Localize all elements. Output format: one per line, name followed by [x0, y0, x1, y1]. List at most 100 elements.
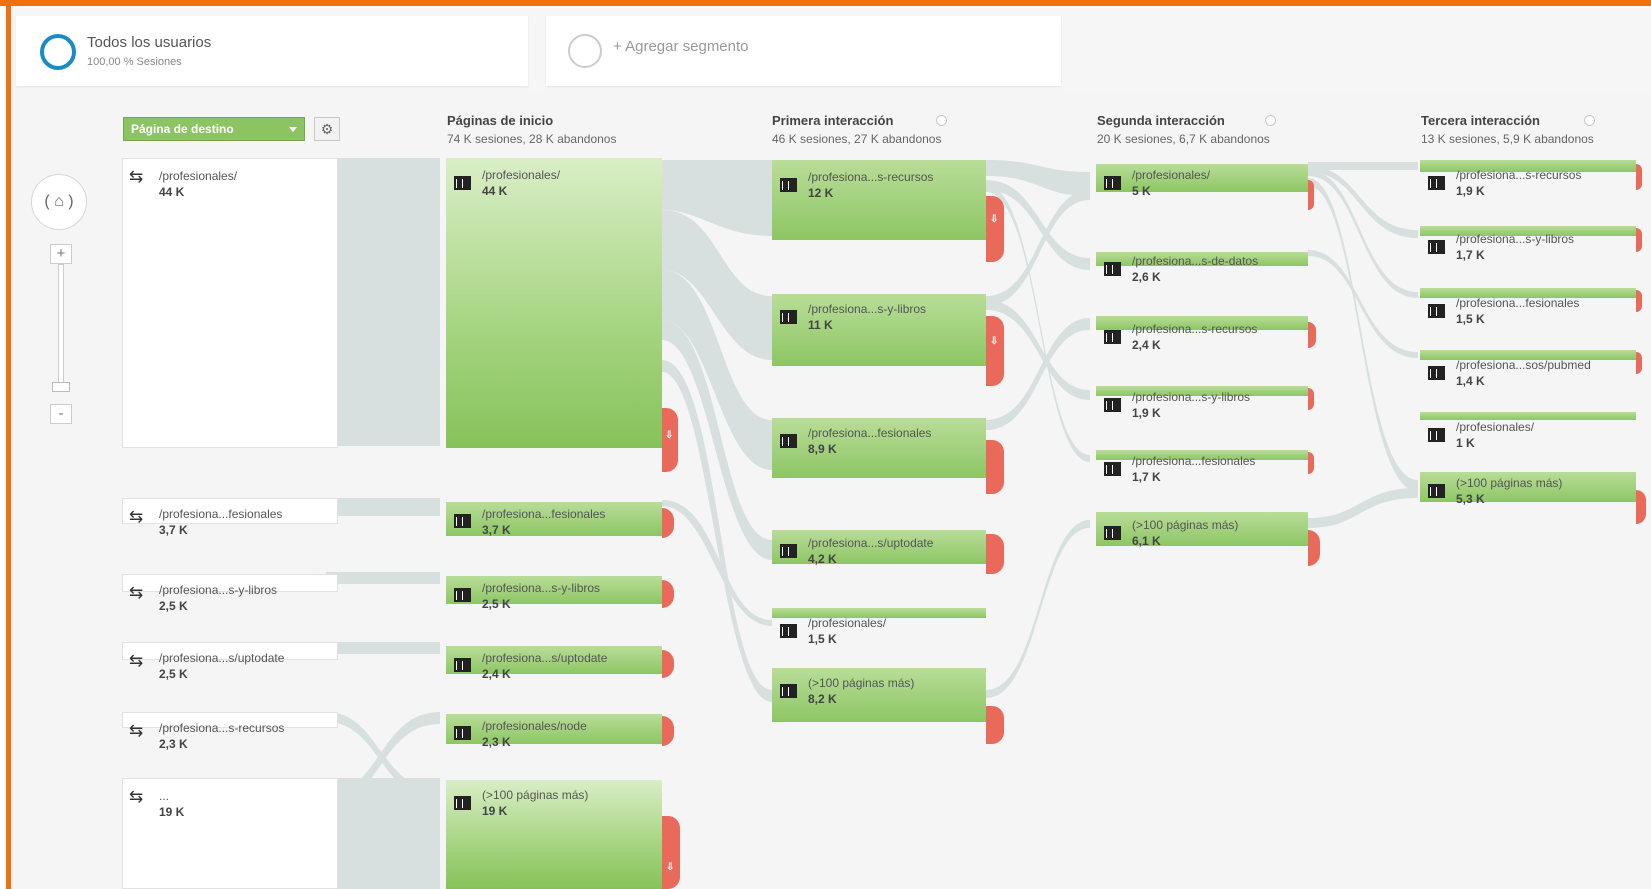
page-icon: [454, 514, 471, 528]
exit-arrow-icon: ⇩: [666, 862, 675, 873]
interaction-node[interactable]: /profesiona...fesionales 1,7 K: [1096, 450, 1308, 484]
interaction-node[interactable]: /profesionales/ 1 K: [1420, 412, 1636, 450]
home-navigation-button[interactable]: ( ⌂ ): [31, 174, 87, 230]
exit-indicator[interactable]: ⇩: [662, 816, 680, 889]
node-label: /profesiona...s-y-libros: [808, 302, 927, 316]
node-value: 8,9 K: [808, 442, 837, 456]
node-label: ...: [159, 789, 170, 803]
start-page-node[interactable]: /profesiona...s-y-libros 2,5 K: [446, 576, 662, 611]
exit-indicator[interactable]: ⇩: [986, 316, 1004, 386]
interaction-node[interactable]: /profesionales/ 1,5 K: [772, 608, 986, 646]
node-label: /profesionales/: [1456, 420, 1535, 434]
source-node[interactable]: ⇆ /profesiona...s-recursos 2,3 K: [122, 712, 338, 751]
exit-indicator[interactable]: [1636, 352, 1642, 374]
exit-indicator[interactable]: [1308, 180, 1314, 210]
node-label: /profesionales/: [482, 168, 561, 182]
node-value: 8,2 K: [808, 692, 837, 706]
node-label: (>100 páginas más): [482, 788, 589, 802]
exit-indicator[interactable]: [1636, 290, 1642, 312]
page-icon: [780, 178, 797, 192]
dimension-dropdown[interactable]: Página de destino: [123, 117, 305, 141]
interaction-node[interactable]: (>100 páginas más) 5,3 K: [1420, 472, 1636, 506]
node-value: 1,5 K: [808, 632, 837, 646]
info-icon[interactable]: [936, 115, 947, 126]
node-value: 2,3 K: [159, 737, 188, 751]
interaction-node[interactable]: /profesiona...s-de-datos 2,6 K: [1096, 252, 1308, 284]
flow-path: [326, 572, 440, 584]
interaction-node[interactable]: /profesiona...fesionales 1,5 K: [1420, 288, 1636, 326]
start-page-node[interactable]: (>100 páginas más) 19 K: [446, 780, 662, 889]
interaction-node[interactable]: /profesiona...s-y-libros 1,7 K: [1420, 226, 1636, 262]
interaction-node[interactable]: /profesionales/ 5 K: [1096, 164, 1308, 198]
info-icon[interactable]: [1584, 115, 1595, 126]
exit-indicator[interactable]: [1636, 164, 1642, 190]
node-label: /profesionales/: [159, 169, 238, 183]
settings-gear-button[interactable]: ⚙: [314, 117, 340, 141]
page-icon: [780, 684, 797, 698]
page-icon: [454, 658, 471, 672]
page-icon: [780, 434, 797, 448]
page-icon: [1428, 304, 1445, 318]
exit-indicator[interactable]: [986, 534, 1004, 574]
page-icon: [1104, 526, 1121, 540]
interaction-node[interactable]: (>100 páginas más) 6,1 K: [1096, 512, 1308, 548]
exit-indicator[interactable]: [1636, 228, 1642, 252]
node-label: /profesiona...s-recursos: [1456, 168, 1582, 182]
interaction-node[interactable]: /profesiona...s/uptodate 4,2 K: [772, 530, 986, 566]
node-value: 5,3 K: [1456, 492, 1485, 506]
node-label: /profesiona...s/uptodate: [159, 651, 285, 665]
interaction-node[interactable]: /profesiona...s-y-libros 1,9 K: [1096, 386, 1308, 420]
zoom-out-button[interactable]: -: [50, 404, 72, 424]
node-value: 3,7 K: [159, 523, 188, 537]
zoom-in-button[interactable]: +: [50, 244, 72, 264]
node-label: /profesiona...s-y-libros: [1132, 390, 1251, 404]
start-page-node[interactable]: /profesiona...fesionales 3,7 K: [446, 502, 662, 537]
start-page-node[interactable]: /profesiona...s/uptodate 2,4 K: [446, 646, 662, 681]
node-label: /profesiona...s-y-libros: [482, 581, 601, 595]
start-page-node[interactable]: /profesionales/ 44 K: [446, 158, 662, 448]
node-value: 5 K: [1132, 184, 1151, 198]
source-node[interactable]: ⇆ /profesionales/ 44 K: [122, 158, 338, 448]
node-value: 2,5 K: [159, 667, 188, 681]
column-title: Primera interacción: [772, 113, 894, 128]
node-label: /profesionales/: [1132, 168, 1211, 182]
node-label: (>100 páginas más): [808, 676, 915, 690]
node-label: /profesionales/: [808, 616, 887, 630]
column-summary: 46 K sesiones, 27 K abandonos: [772, 132, 942, 146]
exit-arrow-icon: ⇩: [665, 430, 674, 441]
column-summary: 20 K sesiones, 6,7 K abandonos: [1097, 132, 1270, 146]
exit-indicator[interactable]: [1636, 490, 1646, 524]
node-value: 2,4 K: [1132, 338, 1161, 352]
interaction-node[interactable]: (>100 páginas más) 8,2 K: [772, 668, 986, 722]
interaction-node[interactable]: /profesiona...sos/pubmed 1,4 K: [1420, 350, 1636, 388]
source-node[interactable]: ⇆ /profesiona...s-y-libros 2,5 K: [122, 574, 338, 613]
exit-indicator[interactable]: [1308, 322, 1316, 348]
zoom-slider-track[interactable]: [58, 264, 64, 384]
exit-indicator[interactable]: [986, 440, 1004, 494]
interaction-node[interactable]: /profesiona...s-recursos 2,4 K: [1096, 316, 1308, 352]
page-icon: [1428, 176, 1445, 190]
source-node[interactable]: ⇆ ... 19 K: [122, 778, 338, 889]
node-label: /profesiona...s-recursos: [808, 170, 934, 184]
interaction-node[interactable]: /profesiona...s-y-libros 11 K: [772, 294, 986, 366]
column-title: Tercera interacción: [1421, 113, 1540, 128]
exit-indicator[interactable]: ⇩: [986, 196, 1004, 262]
node-label: /profesiona...s/uptodate: [808, 536, 934, 550]
exit-indicator[interactable]: [1308, 452, 1314, 474]
info-icon[interactable]: [1265, 115, 1276, 126]
node-label: /profesiona...s-recursos: [159, 721, 285, 735]
source-node[interactable]: ⇆ /profesiona...fesionales 3,7 K: [122, 498, 338, 537]
node-value: 1,4 K: [1456, 374, 1485, 388]
exit-indicator[interactable]: [986, 706, 1004, 744]
interaction-node[interactable]: /profesiona...s-recursos 1,9 K: [1420, 160, 1636, 198]
source-node[interactable]: ⇆ /profesiona...s/uptodate 2,5 K: [122, 642, 338, 681]
gear-icon: ⚙: [320, 121, 334, 137]
exit-indicator[interactable]: ⇩: [662, 408, 678, 472]
interaction-node[interactable]: /profesiona...fesionales 8,9 K: [772, 418, 986, 478]
zoom-slider-thumb[interactable]: [52, 382, 70, 392]
start-page-node[interactable]: /profesionales/node 2,3 K: [446, 714, 662, 749]
flow-path: [326, 642, 440, 654]
entrance-arrows-icon: ⇆: [129, 507, 144, 526]
interaction-node[interactable]: /profesiona...s-recursos 12 K: [772, 160, 986, 240]
exit-indicator[interactable]: [1308, 388, 1314, 410]
